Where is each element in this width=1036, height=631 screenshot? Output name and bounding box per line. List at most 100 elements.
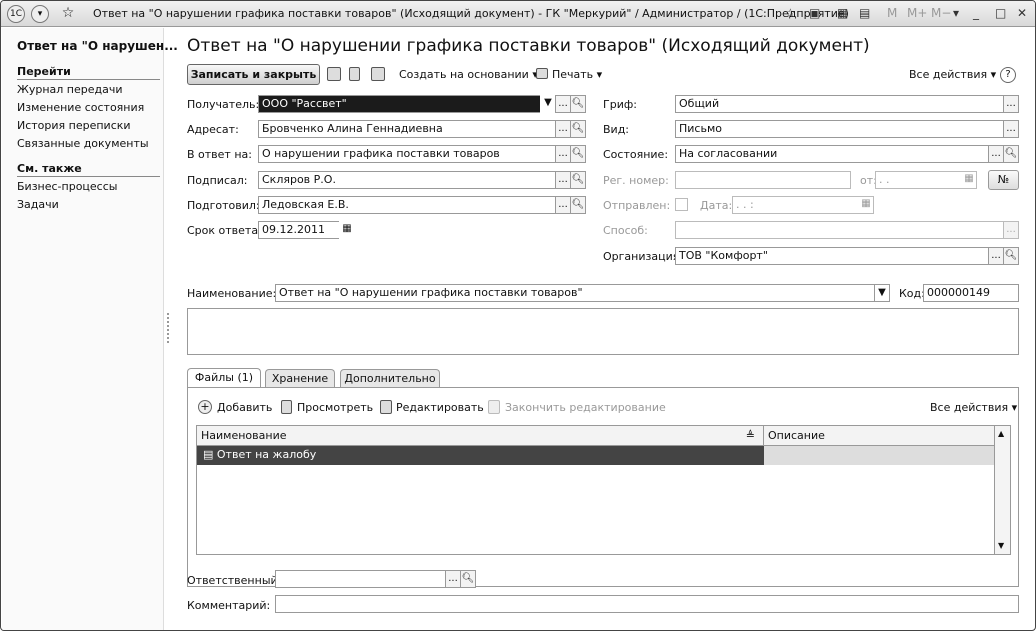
printer-icon bbox=[536, 68, 548, 79]
name-dropdown-icon[interactable]: ▼ bbox=[874, 284, 890, 302]
tab-files[interactable]: Файлы (1) bbox=[187, 368, 261, 388]
view-icon bbox=[281, 400, 292, 414]
column-name-label: Наименование bbox=[201, 429, 287, 442]
tab-storage[interactable]: Хранение bbox=[265, 369, 335, 387]
all-actions-label: Все действия bbox=[909, 68, 988, 81]
state-select-button[interactable]: ... bbox=[988, 145, 1004, 163]
sent-calendar-icon[interactable]: ▦ bbox=[858, 196, 874, 214]
from-calendar-icon[interactable]: ▦ bbox=[961, 171, 977, 189]
name-label: Наименование: bbox=[187, 287, 277, 300]
responsible-select-button[interactable]: ... bbox=[445, 570, 461, 588]
maximize-icon[interactable]: □ bbox=[995, 6, 1006, 20]
tab-additional[interactable]: Дополнительно bbox=[340, 369, 440, 387]
method-field[interactable] bbox=[675, 221, 1005, 239]
scroll-up-icon[interactable]: ▲ bbox=[998, 429, 1004, 438]
sent-date-label: Дата: bbox=[700, 199, 733, 212]
calculator-icon[interactable]: ▦ bbox=[837, 6, 848, 20]
reply-to-search-icon[interactable]: 🔍︎ bbox=[570, 145, 586, 163]
sent-checkbox[interactable] bbox=[675, 198, 688, 211]
print-menu[interactable]: Печать ▾ bbox=[552, 68, 602, 81]
deadline-calendar-icon[interactable]: ▦ bbox=[339, 221, 355, 239]
minimize-icon[interactable]: _ bbox=[973, 6, 979, 20]
recipient-field[interactable]: ООО "Рассвет" bbox=[258, 95, 541, 113]
star-icon[interactable]: ☆ bbox=[785, 6, 796, 20]
content-text-area[interactable] bbox=[187, 308, 1019, 355]
sidebar-title[interactable]: Ответ на "О нарушен... bbox=[17, 39, 178, 53]
type-select-button[interactable]: ... bbox=[1003, 120, 1019, 138]
add-file-button[interactable]: Добавить bbox=[217, 401, 272, 414]
recipient-search-icon[interactable]: 🔍︎ bbox=[570, 95, 586, 113]
scroll-down-icon[interactable]: ▼ bbox=[998, 541, 1004, 550]
prepared-search-icon[interactable]: 🔍︎ bbox=[570, 196, 586, 214]
prepared-select-button[interactable]: ... bbox=[555, 196, 571, 214]
memory-mplus-button[interactable]: M+ bbox=[907, 6, 927, 20]
method-select-button[interactable]: ... bbox=[1003, 221, 1019, 239]
signed-by-field[interactable]: Скляров Р.О. bbox=[258, 171, 556, 189]
finish-edit-button[interactable]: Закончить редактирование bbox=[505, 401, 666, 414]
sidebar-item-state-change[interactable]: Изменение состояния bbox=[17, 101, 144, 114]
sidebar-item-business-processes[interactable]: Бизнес-процессы bbox=[17, 180, 117, 193]
panel-resize-handle[interactable] bbox=[167, 313, 171, 343]
table-row[interactable]: ▤ Ответ на жалобу bbox=[197, 446, 764, 465]
save-and-close-button[interactable]: Записать и закрыть bbox=[187, 64, 320, 85]
sidebar-item-transfer-log[interactable]: Журнал передачи bbox=[17, 83, 123, 96]
responsible-search-icon[interactable]: 🔍︎ bbox=[460, 570, 476, 588]
recipient-dropdown-icon[interactable]: ▼ bbox=[540, 95, 556, 113]
help-icon[interactable]: ? bbox=[1000, 67, 1016, 83]
number-button[interactable]: № bbox=[988, 170, 1019, 190]
edit-file-button[interactable]: Редактировать bbox=[396, 401, 484, 414]
prepared-label: Подготовил: bbox=[187, 199, 260, 212]
memory-m-button[interactable]: M bbox=[887, 6, 897, 20]
column-header-name[interactable]: Наименование ≜ bbox=[197, 426, 764, 446]
recipient-select-button[interactable]: ... bbox=[555, 95, 571, 113]
sidebar-item-correspondence-history[interactable]: История переписки bbox=[17, 119, 131, 132]
comment-field[interactable] bbox=[275, 595, 1019, 613]
state-field[interactable]: На согласовании bbox=[675, 145, 990, 163]
table-scrollbar[interactable]: ▲ ▼ bbox=[994, 426, 1010, 554]
column-header-description[interactable]: Описание bbox=[764, 426, 996, 446]
state-label: Состояние: bbox=[603, 148, 669, 161]
memory-mminus-button[interactable]: M− bbox=[931, 6, 951, 20]
addressee-search-icon[interactable]: 🔍︎ bbox=[570, 120, 586, 138]
files-all-actions-menu[interactable]: Все действия ▾ bbox=[930, 401, 1017, 414]
app-logo-icon[interactable]: 1С bbox=[7, 5, 25, 23]
organization-search-icon[interactable]: 🔍︎ bbox=[1003, 247, 1019, 265]
code-field[interactable]: 000000149 bbox=[923, 284, 1019, 302]
regnum-field[interactable] bbox=[675, 171, 851, 189]
sidebar-item-linked-documents[interactable]: Связанные документы bbox=[17, 137, 149, 150]
create-based-on-menu[interactable]: Создать на основании ▾ bbox=[399, 68, 538, 81]
responsible-field[interactable] bbox=[275, 570, 447, 588]
name-field[interactable]: Ответ на "О нарушении графика поставки т… bbox=[275, 284, 875, 302]
state-search-icon[interactable]: 🔍︎ bbox=[1003, 145, 1019, 163]
sidebar-item-tasks[interactable]: Задачи bbox=[17, 198, 59, 211]
main-menu-icon[interactable]: ▾ bbox=[31, 5, 49, 23]
all-actions-menu[interactable]: Все действия ▾ bbox=[909, 68, 996, 81]
post-icon[interactable] bbox=[349, 67, 360, 81]
close-icon[interactable]: ✕ bbox=[1017, 6, 1027, 20]
addressee-label: Адресат: bbox=[187, 123, 239, 136]
deadline-field[interactable]: 09.12.2011 bbox=[258, 221, 341, 239]
reply-to-select-button[interactable]: ... bbox=[555, 145, 571, 163]
reply-to-field[interactable]: О нарушении графика поставки товаров bbox=[258, 145, 556, 163]
table-cell-description[interactable] bbox=[764, 446, 996, 465]
dropdown-icon[interactable]: ▾ bbox=[953, 6, 959, 20]
signed-select-button[interactable]: ... bbox=[555, 171, 571, 189]
prepared-by-field[interactable]: Ледовская Е.В. bbox=[258, 196, 556, 214]
addressee-select-button[interactable]: ... bbox=[555, 120, 571, 138]
favorite-star-icon[interactable]: ☆ bbox=[59, 5, 77, 23]
signed-search-icon[interactable]: 🔍︎ bbox=[570, 171, 586, 189]
stamp-field[interactable]: Общий bbox=[675, 95, 1005, 113]
calendar-icon[interactable]: ▤ bbox=[859, 6, 870, 20]
save-icon[interactable] bbox=[327, 67, 341, 81]
view-file-button[interactable]: Просмотреть bbox=[297, 401, 373, 414]
signed-label: Подписал: bbox=[187, 174, 248, 187]
organization-select-button[interactable]: ... bbox=[988, 247, 1004, 265]
organization-field[interactable]: ТОВ "Комфорт" bbox=[675, 247, 990, 265]
type-field[interactable]: Письмо bbox=[675, 120, 1005, 138]
addressee-field[interactable]: Бровченко Алина Геннадиевна bbox=[258, 120, 556, 138]
history-icon[interactable]: ▣ bbox=[809, 6, 820, 20]
send-icon[interactable] bbox=[371, 67, 385, 81]
sent-date-field[interactable]: . . : bbox=[732, 196, 874, 214]
stamp-select-button[interactable]: ... bbox=[1003, 95, 1019, 113]
recipient-label: Получатель: bbox=[187, 98, 260, 111]
